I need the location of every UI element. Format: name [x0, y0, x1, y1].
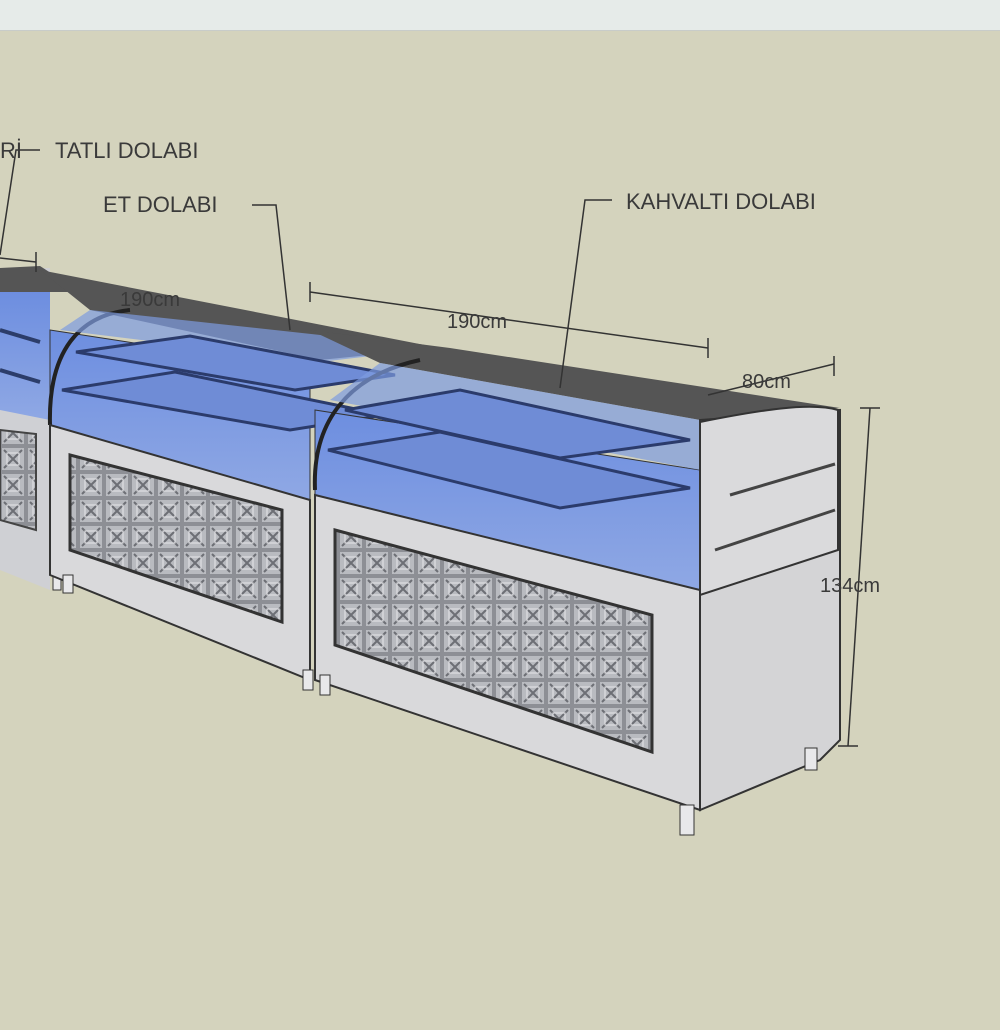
- dimension-depth: 80cm: [742, 371, 791, 393]
- 3d-model-viewport[interactable]: Rİ TATLI DOLABI ET DOLABI KAHVALTI DOLAB…: [0, 30, 1000, 1000]
- label-partial-left: Rİ: [0, 138, 22, 163]
- cabinet-kahvalti-dolabi: [310, 330, 841, 836]
- label-tatli-dolabi: TATLI DOLABI: [55, 138, 198, 163]
- label-et-dolabi: ET DOLABI: [103, 192, 218, 217]
- app-toolbar: [0, 0, 1000, 31]
- dimension-hidden-width: 190cm: [120, 289, 180, 311]
- dimension-height: 134cm: [820, 575, 880, 597]
- dimension-width: 190cm: [447, 311, 507, 333]
- model-drawing: Rİ TATLI DOLABI ET DOLABI KAHVALTI DOLAB…: [0, 138, 880, 836]
- label-kahvalti-dolabi: KAHVALTI DOLABI: [626, 189, 816, 214]
